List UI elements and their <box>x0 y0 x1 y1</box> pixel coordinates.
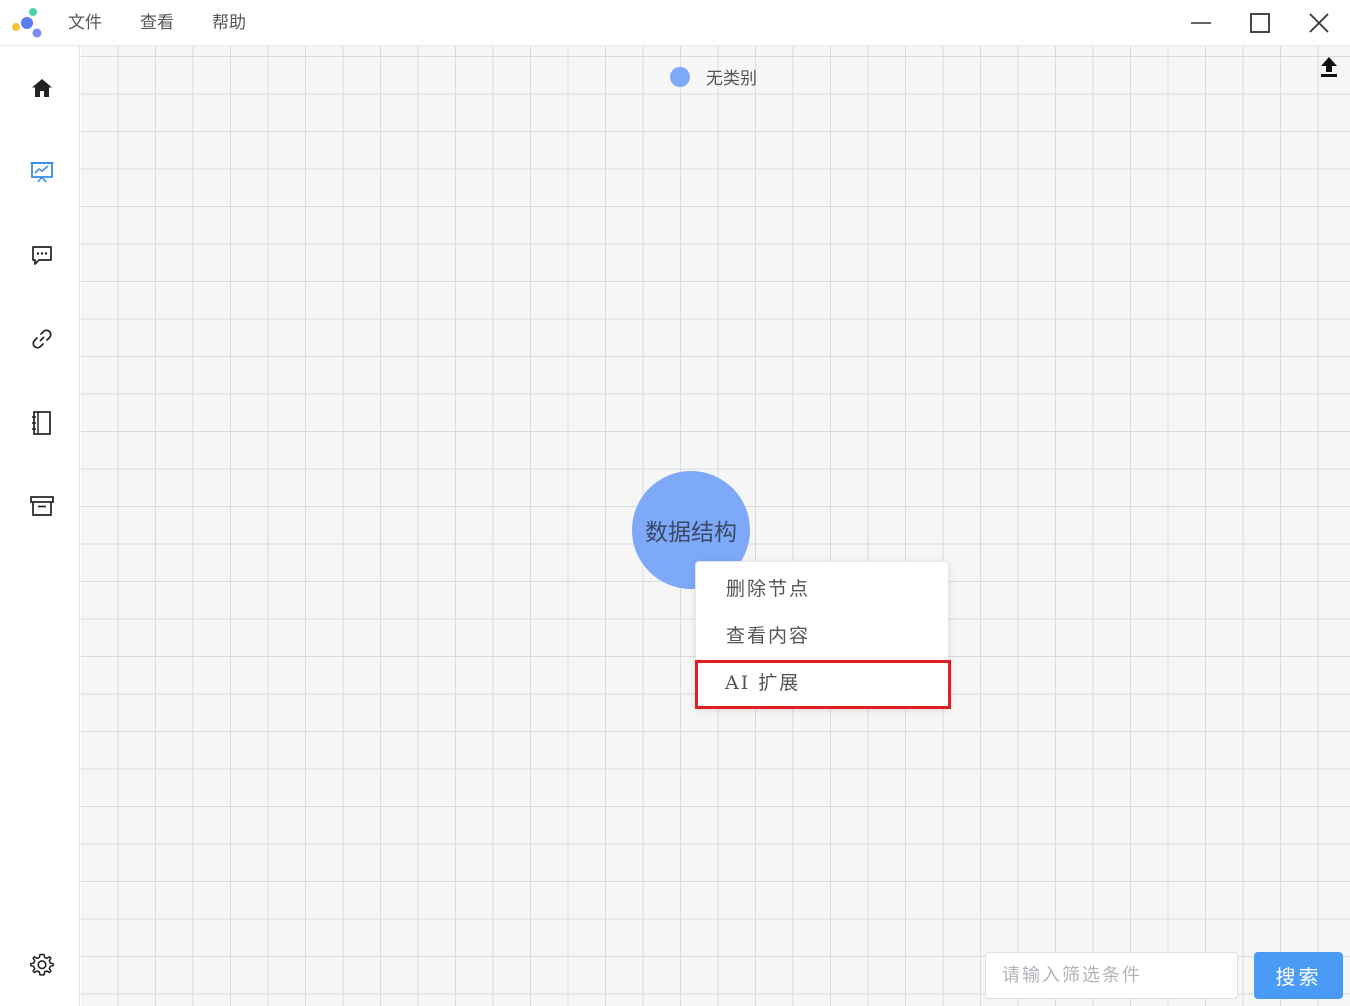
menu-file[interactable]: 文件 <box>68 0 102 46</box>
home-icon <box>32 79 52 97</box>
sidebar-item-archive[interactable] <box>20 484 64 528</box>
sidebar-item-link[interactable] <box>20 317 64 361</box>
menu-bar: 文件 查看 帮助 <box>68 0 284 46</box>
search-button[interactable]: 搜索 <box>1254 952 1343 999</box>
sidebar-item-chat[interactable] <box>20 233 64 277</box>
sidebar-item-home[interactable] <box>20 66 64 110</box>
close-button[interactable] <box>1290 0 1348 46</box>
legend-color-dot <box>670 66 690 87</box>
minimize-icon <box>1191 22 1211 24</box>
chat-icon <box>32 246 52 265</box>
notebook-icon <box>32 411 51 435</box>
node-label: 数据结构 <box>645 520 737 546</box>
legend: 无类别 <box>670 64 757 89</box>
sidebar-item-notebook[interactable] <box>20 401 64 445</box>
maximize-icon <box>1250 13 1270 33</box>
context-menu: 删除节点 查看内容 AI 扩展 <box>695 561 951 709</box>
maximize-button[interactable] <box>1231 0 1289 46</box>
context-menu-delete-node[interactable]: 删除节点 <box>696 566 950 612</box>
presentation-chart-icon <box>30 162 54 183</box>
context-menu-view-content[interactable]: 查看内容 <box>696 613 950 659</box>
title-bar: 文件 查看 帮助 <box>0 0 1350 46</box>
minimize-button[interactable] <box>1172 0 1230 46</box>
search-input[interactable] <box>985 952 1238 999</box>
link-icon <box>32 329 52 349</box>
archive-icon <box>30 496 54 516</box>
menu-help[interactable]: 帮助 <box>212 0 246 46</box>
sidebar-item-graph[interactable] <box>20 150 64 194</box>
upload-icon <box>1321 57 1337 77</box>
legend-label[interactable]: 无类别 <box>706 64 757 89</box>
sidebar <box>0 46 80 1006</box>
context-menu-ai-expand[interactable]: AI 扩展 <box>695 660 951 709</box>
sidebar-item-settings[interactable] <box>20 943 64 987</box>
menu-view[interactable]: 查看 <box>140 0 174 46</box>
gear-icon <box>30 953 54 976</box>
upload-button[interactable] <box>1316 54 1342 80</box>
app-logo-icon <box>12 8 42 38</box>
close-icon <box>1309 13 1329 33</box>
app-window: 文件 查看 帮助 无类别 数据结构 删除节点 查看内容 AI 扩展 请输入筛选条… <box>0 0 1350 1006</box>
